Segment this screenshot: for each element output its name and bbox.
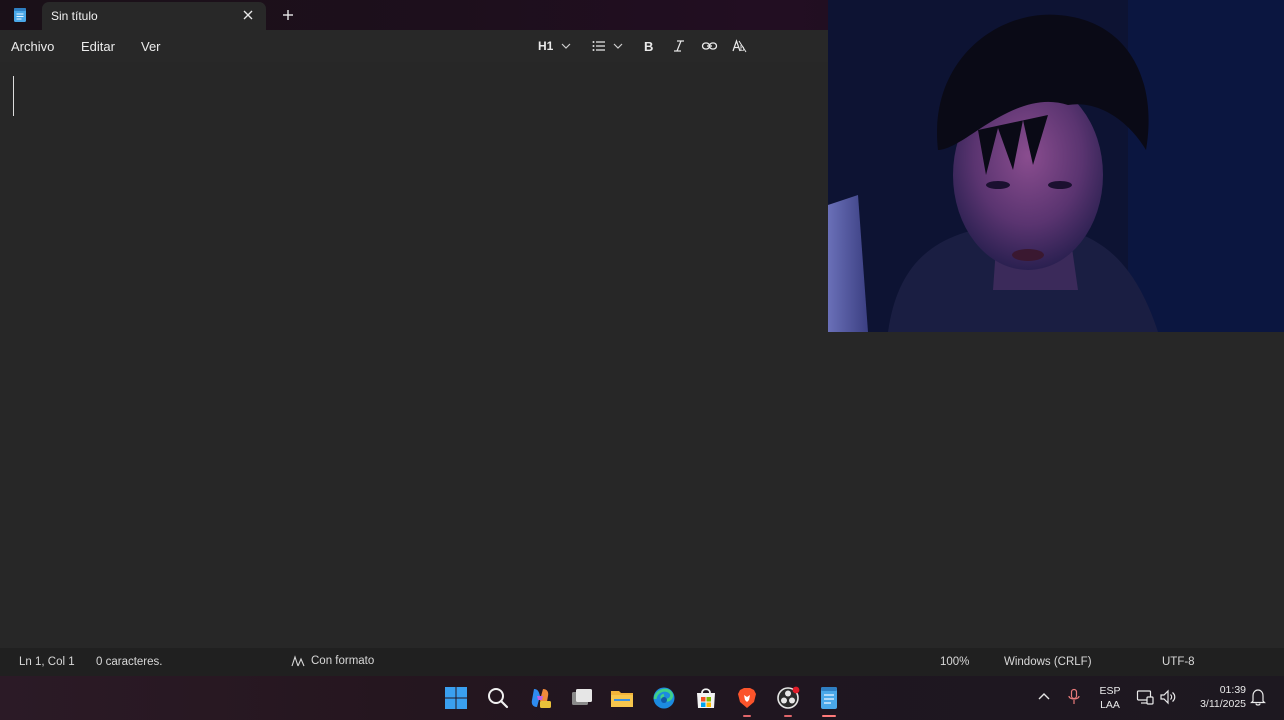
language-indicator[interactable]: ESP LAA [1096,685,1124,711]
link-button[interactable] [701,36,718,56]
new-tab-button[interactable] [279,6,297,24]
chevron-up-icon[interactable] [1036,688,1052,706]
zoom-level[interactable]: 100% [940,656,969,668]
search-icon[interactable] [486,686,510,710]
active-indicator [822,715,836,717]
status-bar: Ln 1, Col 1 0 caracteres. Con formato 10… [0,648,1284,676]
menu-bar: Archivo Editar Ver H1 B b [0,30,830,62]
file-explorer-icon[interactable] [610,686,634,710]
heading-label: H1 [538,39,554,53]
bold-icon: B [644,39,653,54]
clock-date: 3/11/2025 [1200,698,1246,710]
menu-archivo[interactable]: Archivo [11,39,54,54]
windows-start-icon[interactable] [444,686,468,710]
plus-icon [283,10,293,20]
language-line-2: LAA [1100,699,1120,711]
clear-format-button[interactable]: b [731,36,748,56]
heading-dropdown[interactable]: H1 [538,36,573,56]
format-label: Con formato [311,655,375,667]
character-count: 0 caracteres. [96,656,163,668]
menu-editar[interactable]: Editar [81,39,115,54]
brave-icon[interactable] [735,686,759,717]
webcam-person-image [828,0,1284,332]
bold-button[interactable]: B [641,36,657,56]
chevron-down-icon [613,43,623,49]
format-toggle[interactable]: Con formato [291,655,374,667]
line-endings[interactable]: Windows (CRLF) [1004,656,1092,668]
menu-ver[interactable]: Ver [141,39,161,54]
tab-document[interactable]: Sin título [42,2,266,30]
volume-icon[interactable] [1159,688,1177,706]
network-icon[interactable] [1136,688,1154,706]
encoding[interactable]: UTF-8 [1162,656,1195,668]
clock[interactable]: 01:39 3/11/2025 [1186,684,1246,710]
italic-icon [674,40,684,52]
running-indicator [743,715,751,717]
link-icon [701,42,718,50]
svg-text:B: B [644,39,653,54]
copilot-icon[interactable] [528,686,552,710]
list-dropdown[interactable] [591,36,625,56]
text-caret [13,76,14,116]
format-icon [291,655,305,667]
tab-title: Sin título [51,9,98,23]
clock-time: 01:39 [1219,684,1246,696]
taskbar: ESP LAA 01:39 3/11/2025 [0,676,1284,720]
italic-button[interactable] [671,36,687,56]
webcam-overlay [828,0,1284,332]
running-indicator [784,715,792,717]
task-view-icon[interactable] [570,686,594,710]
microphone-icon[interactable] [1066,688,1082,706]
edge-icon[interactable] [652,686,676,710]
obs-icon[interactable] [776,686,800,717]
notepad-icon [12,7,28,23]
notification-bell-icon[interactable] [1250,688,1266,706]
notepad-icon[interactable] [817,686,841,717]
close-icon[interactable] [240,7,256,23]
store-icon[interactable] [694,686,718,710]
language-line-1: ESP [1099,685,1121,697]
clear-format-icon: b [732,39,747,53]
cursor-position: Ln 1, Col 1 [19,656,75,668]
chevron-down-icon [561,43,571,49]
list-icon [592,41,605,51]
